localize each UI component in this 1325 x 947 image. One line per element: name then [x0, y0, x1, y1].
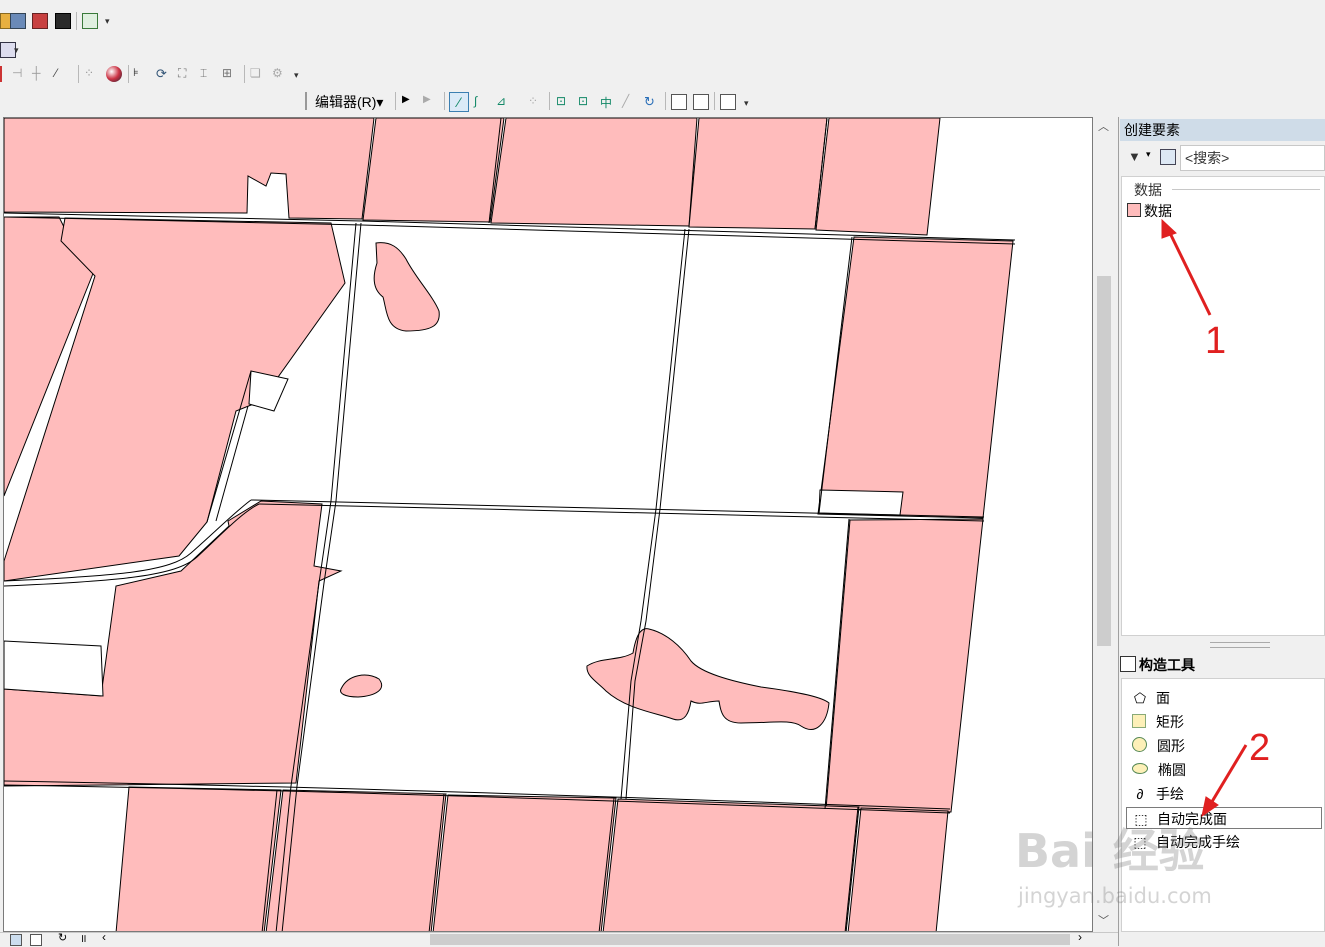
attributes-icon[interactable] [671, 94, 687, 110]
edit-vertices-icon[interactable]: ⊡ [556, 94, 572, 110]
parcel [373, 242, 440, 332]
parcel [4, 118, 375, 220]
map-canvas[interactable] [4, 118, 1093, 932]
edit-annotation-icon[interactable]: ▶ [423, 94, 439, 110]
split-tool-icon[interactable]: ╱ [622, 94, 638, 110]
reshape-feature-icon[interactable]: ⊡ [578, 94, 594, 110]
toolbar-grip-4[interactable]: ▾ [744, 99, 751, 112]
annotation-marker-2: 2 [1249, 727, 1271, 769]
parcel [586, 628, 830, 730]
watermark-logo: Bai 经验 [1015, 824, 1205, 878]
parcel [815, 118, 941, 236]
settings-icon[interactable]: ⚙ [272, 66, 288, 82]
annotation-marker-1: 1 [1205, 320, 1227, 362]
parcel [362, 118, 505, 223]
scroll-right-icon[interactable]: › [1078, 930, 1082, 944]
scroll-down-icon[interactable]: ﹀ [1094, 913, 1113, 930]
parcel [4, 640, 104, 697]
parcel [265, 789, 447, 931]
cross-icon[interactable]: ┼ [32, 66, 48, 82]
parcel [490, 118, 698, 227]
toolbar-area: ▾ ▾ ⊣ ┼ ⁄ ⁘ ⊧ ⟳ ⛶ ⌶ ⊞ ❏ ⚙ ▾ 编辑器(R)▾ ▶ ▶ … [0, 0, 1325, 117]
parcel [602, 798, 860, 931]
curve-icon[interactable]: ∫ [474, 94, 490, 110]
map-view[interactable] [3, 117, 1093, 932]
parcel [818, 489, 904, 516]
copy-icon[interactable]: ❏ [250, 66, 266, 82]
editor-menu[interactable]: 编辑器(R)▾ [315, 92, 383, 112]
toolbox-icon[interactable] [32, 13, 48, 29]
refresh-icon[interactable]: ↻ [58, 931, 67, 944]
sketch-properties-icon[interactable] [693, 94, 709, 110]
catalog-icon[interactable] [10, 13, 26, 29]
page-view-icon[interactable] [30, 934, 42, 946]
parcel [432, 794, 617, 931]
vertex-icon[interactable]: ⁘ [528, 94, 544, 110]
create-features-icon[interactable] [720, 94, 736, 110]
scroll-up-icon[interactable]: ︿ [1094, 119, 1113, 136]
pause-icon[interactable]: ॥ [80, 931, 87, 946]
model-builder-icon[interactable] [82, 13, 98, 29]
rotate-icon[interactable]: ⟳ [156, 66, 172, 82]
align-icon[interactable]: ⌶ [200, 66, 216, 82]
cut-polygon-icon[interactable]: 中 [600, 94, 616, 110]
trim-icon[interactable]: ⁄ [55, 66, 71, 82]
toolbar-grip[interactable]: ▾ [105, 17, 112, 30]
parcel [115, 786, 282, 931]
horizontal-scroll-thumb[interactable] [430, 934, 1070, 945]
parcel [688, 118, 828, 230]
edit-tool-icon[interactable]: ▶ [402, 94, 418, 110]
vertical-scroll-thumb[interactable] [1097, 276, 1111, 646]
rotate-tool-icon[interactable]: ↻ [644, 94, 660, 110]
point-tools-icon[interactable]: ⊿ [496, 94, 512, 110]
toolbar-grip-3[interactable]: ▾ [294, 71, 301, 84]
parcel [847, 807, 949, 931]
watermark-url: jingyan.baidu.com [1018, 884, 1212, 908]
layout-view-icon[interactable] [10, 934, 22, 946]
reshape-icon[interactable]: ⛶ [178, 66, 194, 82]
parcel [825, 518, 984, 813]
python-window-icon[interactable] [55, 13, 71, 29]
parcel [248, 370, 289, 412]
straight-segment-icon[interactable]: ⁄ [449, 92, 469, 112]
edge-icon[interactable]: ⊧ [133, 66, 149, 82]
scatter-icon[interactable]: ⁘ [84, 66, 100, 82]
split-icon[interactable]: ⊣ [12, 66, 28, 82]
grid-icon[interactable]: ⊞ [222, 66, 238, 82]
scroll-left-icon[interactable]: ‹ [102, 930, 106, 944]
toolbar-grip-2[interactable]: ▾ [14, 46, 21, 59]
parcel [340, 674, 383, 698]
globe-icon[interactable] [106, 66, 122, 82]
